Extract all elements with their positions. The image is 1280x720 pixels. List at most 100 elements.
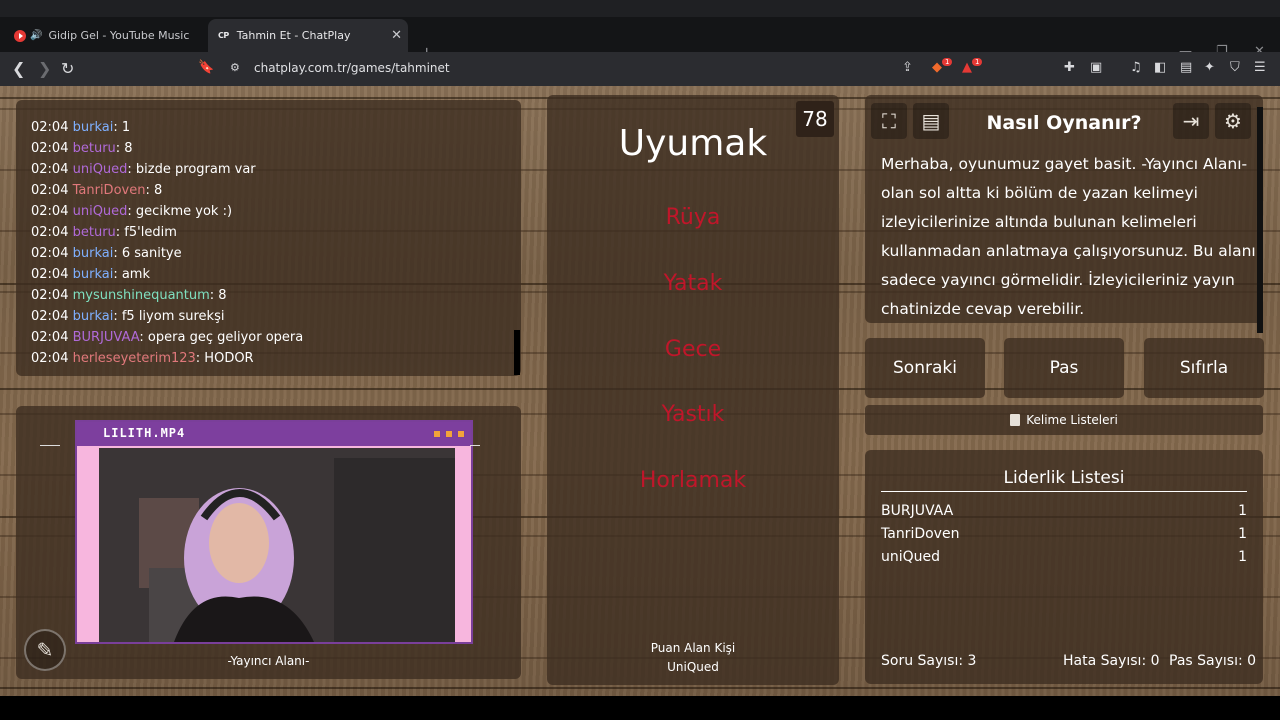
forward-icon[interactable]: ❯ — [38, 59, 51, 78]
chat-time: 02:04 — [31, 267, 69, 282]
chat-message: 02:04 herleseyeterim123: HODOR — [31, 351, 303, 372]
browser-chrome: 🔊 Gidip Gel - YouTube Music CP Tahmin Et… — [0, 0, 1280, 86]
pass-count: Pas Sayısı: 0 — [1169, 653, 1257, 669]
chat-text: : 8 — [115, 141, 133, 156]
chat-text: : opera geç geliyor opera — [139, 330, 304, 345]
tab-bar: 🔊 Gidip Gel - YouTube Music CP Tahmin Et… — [0, 17, 1280, 62]
how-to-play-text: Merhaba, oyunumuz gayet basit. -Yayıncı … — [881, 155, 1256, 318]
chat-time: 02:04 — [31, 288, 69, 303]
chat-username[interactable]: herleseyeterim123 — [73, 351, 196, 366]
address-bar[interactable]: 🔖 ⚙ chatplay.com.tr/games/tahminet ⇪ ◆ 1… — [190, 56, 1000, 82]
chat-username[interactable]: uniQued — [73, 204, 128, 219]
leaderboard-score: 1 — [1238, 526, 1247, 542]
leaderboard-row: uniQued 1 — [881, 549, 1247, 569]
chat-message: 02:04 burkai: f5 liyom surekşi — [31, 309, 303, 330]
pass-button[interactable]: Pas — [1004, 338, 1124, 398]
chat-time: 02:04 — [31, 204, 69, 219]
chat-username[interactable]: beturu — [73, 225, 116, 240]
leaderboard-row: BURJUVAA 1 — [881, 503, 1247, 523]
logout-icon[interactable]: ⇥ — [1173, 103, 1209, 139]
chat-username[interactable]: burkai — [73, 309, 114, 324]
chat-panel[interactable]: 02:04 burkai: 1 02:04 beturu: 8 02:04 uniQ… — [16, 100, 521, 376]
chat-text: : 8 — [209, 288, 227, 303]
taboo-word: Gece — [664, 337, 722, 362]
chat-username[interactable]: burkai — [73, 120, 114, 135]
scorer-label: Puan Alan Kişi — [650, 641, 736, 655]
main-word: Uyumak — [618, 123, 768, 164]
chat-time: 02:04 — [31, 141, 69, 156]
error-count: Hata Sayısı: 0 — [1063, 653, 1160, 669]
tab-title: Tahmin Et - ChatPlay — [236, 29, 351, 42]
chat-text: : amk — [113, 267, 150, 282]
bookmark-icon[interactable]: 🔖 — [198, 60, 214, 75]
speaker-icon[interactable]: 🔊 — [30, 30, 42, 41]
rewards-icon[interactable]: ▲ — [962, 60, 972, 75]
chat-message: 02:04 beturu: 8 — [31, 141, 303, 162]
chat-message: 02:04 burkai: amk — [31, 267, 303, 288]
chat-scrollbar[interactable] — [514, 330, 520, 375]
streamer-area-panel: LILITH.MP4 ✎ -Yayıncı Alanı- — [16, 406, 521, 679]
screenshot-icon[interactable]: ▣ — [1090, 60, 1102, 75]
tab-chatplay[interactable]: CP Tahmin Et - ChatPlay ✕ — [208, 19, 408, 52]
tab-youtube-music[interactable]: 🔊 Gidip Gel - YouTube Music — [6, 19, 206, 52]
chat-text: : 6 sanitye — [113, 246, 182, 261]
how-to-play-scrollbar[interactable] — [1257, 107, 1263, 333]
chat-time: 02:04 — [31, 330, 69, 345]
chat-username[interactable]: beturu — [73, 141, 116, 156]
tab-title: Gidip Gel - YouTube Music — [48, 29, 190, 42]
sidebar-icon[interactable]: ◧ — [1154, 60, 1166, 75]
leaderboard-row: TanriDoven 1 — [881, 526, 1247, 546]
clipboard-icon — [1010, 414, 1021, 426]
chat-username[interactable]: burkai — [73, 267, 114, 282]
chat-username[interactable]: uniQued — [73, 162, 128, 177]
chat-username[interactable]: mysunshinequantum — [73, 288, 210, 303]
extensions-icon[interactable]: ✚ — [1064, 60, 1075, 75]
share-icon[interactable]: ⇪ — [902, 60, 913, 75]
chat-message: 02:04 BURJUVAA: opera geç geliyor opera — [31, 330, 303, 351]
chat-text: : bizde program var — [127, 162, 256, 177]
music-icon[interactable]: ♫ — [1130, 60, 1142, 75]
back-icon[interactable]: ❮ — [12, 59, 25, 78]
chat-time: 02:04 — [31, 225, 69, 240]
wood-grain — [0, 687, 1280, 689]
wallet-icon[interactable]: ▤ — [1180, 60, 1192, 75]
next-button[interactable]: Sonraki — [865, 338, 985, 398]
word-lists-button[interactable]: Kelime Listeleri — [865, 405, 1263, 435]
chat-text: : f5 liyom surekşi — [113, 309, 225, 324]
leo-ai-icon[interactable]: ✦ — [1204, 60, 1215, 75]
youtube-music-icon — [14, 29, 26, 42]
chat-messages: 02:04 burkai: 1 02:04 beturu: 8 02:04 uniQ… — [31, 120, 303, 372]
chat-time: 02:04 — [31, 309, 69, 324]
url-text[interactable]: chatplay.com.tr/games/tahminet — [254, 61, 450, 75]
close-tab-icon[interactable]: ✕ — [391, 28, 402, 43]
window-minimize-icon — [433, 430, 441, 438]
chat-message: 02:04 TanriDoven: 8 — [31, 183, 303, 204]
chat-username[interactable]: BURJUVAA — [73, 330, 140, 345]
gear-icon[interactable]: ⚙ — [1215, 103, 1251, 139]
chat-text: : HODOR — [195, 351, 254, 366]
site-settings-icon[interactable]: ⚙ — [230, 61, 240, 74]
menu-icon[interactable]: ☰ — [1254, 60, 1266, 75]
streamer-silhouette — [99, 448, 455, 642]
brave-shields-icon[interactable]: ◆ — [932, 60, 942, 75]
word-card: 78 Uyumak Rüya Yatak Gece Yastık Horlama… — [547, 95, 839, 685]
leaderboard-name: TanriDoven — [881, 526, 960, 542]
reload-icon[interactable]: ↻ — [61, 59, 74, 78]
how-to-play-panel: ⛶ ▤ Nasıl Oynanır? ⇥ ⚙ Merhaba, oyunumuz… — [865, 95, 1263, 333]
reset-button[interactable]: Sıfırla — [1144, 338, 1264, 398]
divider-line — [40, 445, 60, 446]
taboo-word: Rüya — [665, 205, 721, 230]
webcam-title: LILITH.MP4 — [103, 426, 186, 440]
chat-message: 02:04 burkai: 1 — [31, 120, 303, 141]
window-maximize-icon — [445, 430, 453, 438]
chat-username[interactable]: TanriDoven — [73, 183, 146, 198]
taboo-word: Horlamak — [639, 468, 747, 493]
vpn-icon[interactable]: ⛉ — [1230, 60, 1240, 75]
word-lists-label: Kelime Listeleri — [1026, 413, 1118, 427]
taboo-word: Yatak — [663, 271, 723, 296]
chat-message: 02:04 beturu: f5'ledim — [31, 225, 303, 246]
chat-message: 02:04 mysunshinequantum: 8 — [31, 288, 303, 309]
chat-username[interactable]: burkai — [73, 246, 114, 261]
chat-text: : gecikme yok :) — [127, 204, 233, 219]
leaderboard-score: 1 — [1238, 549, 1247, 565]
